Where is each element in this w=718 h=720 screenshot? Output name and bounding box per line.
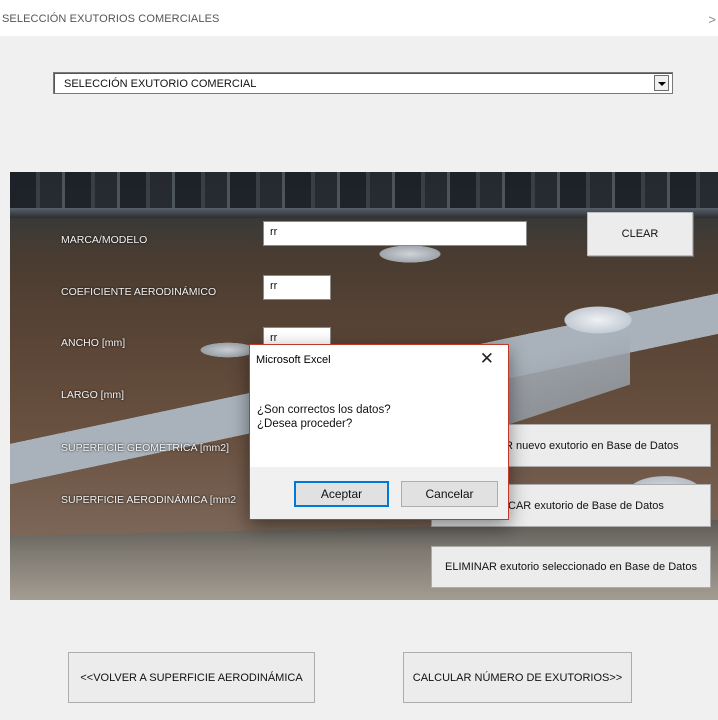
- sup-geo-label: SUPERFICIE GEOMÉTRICA [mm2]: [61, 442, 230, 454]
- dialog-title: Microsoft Excel: [256, 354, 331, 366]
- delete-db-button[interactable]: ELIMINAR exutorio seleccionado en Base d…: [431, 546, 711, 588]
- title-bar: SELECCIÓN EXUTORIOS COMERCIALES >: [0, 0, 718, 36]
- marca-label: MARCA/MODELO: [61, 234, 148, 246]
- close-icon[interactable]: ✕: [480, 349, 494, 369]
- calculate-button[interactable]: CALCULAR NÚMERO DE EXUTORIOS>>: [403, 652, 632, 703]
- largo-label: LARGO [mm]: [61, 389, 125, 401]
- back-button[interactable]: <<VOLVER A SUPERFICIE AERODINÁMICA: [68, 652, 315, 703]
- sup-aero-label: SUPERFICIE AERODINÁMICA [mm2: [61, 494, 237, 506]
- exutorio-select-value: SELECCIÓN EXUTORIO COMERCIAL: [64, 78, 257, 90]
- window-close-icon[interactable]: >: [708, 12, 716, 27]
- marca-input[interactable]: rr: [263, 221, 527, 246]
- confirm-dialog: Microsoft Excel ✕ ¿Son correctos los dat…: [249, 344, 509, 520]
- dialog-message: ¿Son correctos los datos? ¿Desea procede…: [257, 403, 391, 431]
- dialog-message-line2: ¿Desea proceder?: [257, 418, 353, 430]
- dialog-message-line1: ¿Son correctos los datos?: [257, 404, 391, 416]
- chevron-down-icon[interactable]: [654, 75, 669, 91]
- ancho-label: ANCHO [mm]: [61, 337, 126, 349]
- clear-button[interactable]: CLEAR: [587, 212, 693, 256]
- exutorio-select[interactable]: SELECCIÓN EXUTORIO COMERCIAL: [53, 72, 673, 94]
- coef-label: COEFICIENTE AERODINÁMICO: [61, 286, 217, 298]
- dialog-accept-button[interactable]: Aceptar: [294, 481, 389, 507]
- dialog-cancel-button[interactable]: Cancelar: [401, 481, 498, 507]
- coef-input[interactable]: rr: [263, 275, 331, 300]
- window-title: SELECCIÓN EXUTORIOS COMERCIALES: [2, 13, 220, 25]
